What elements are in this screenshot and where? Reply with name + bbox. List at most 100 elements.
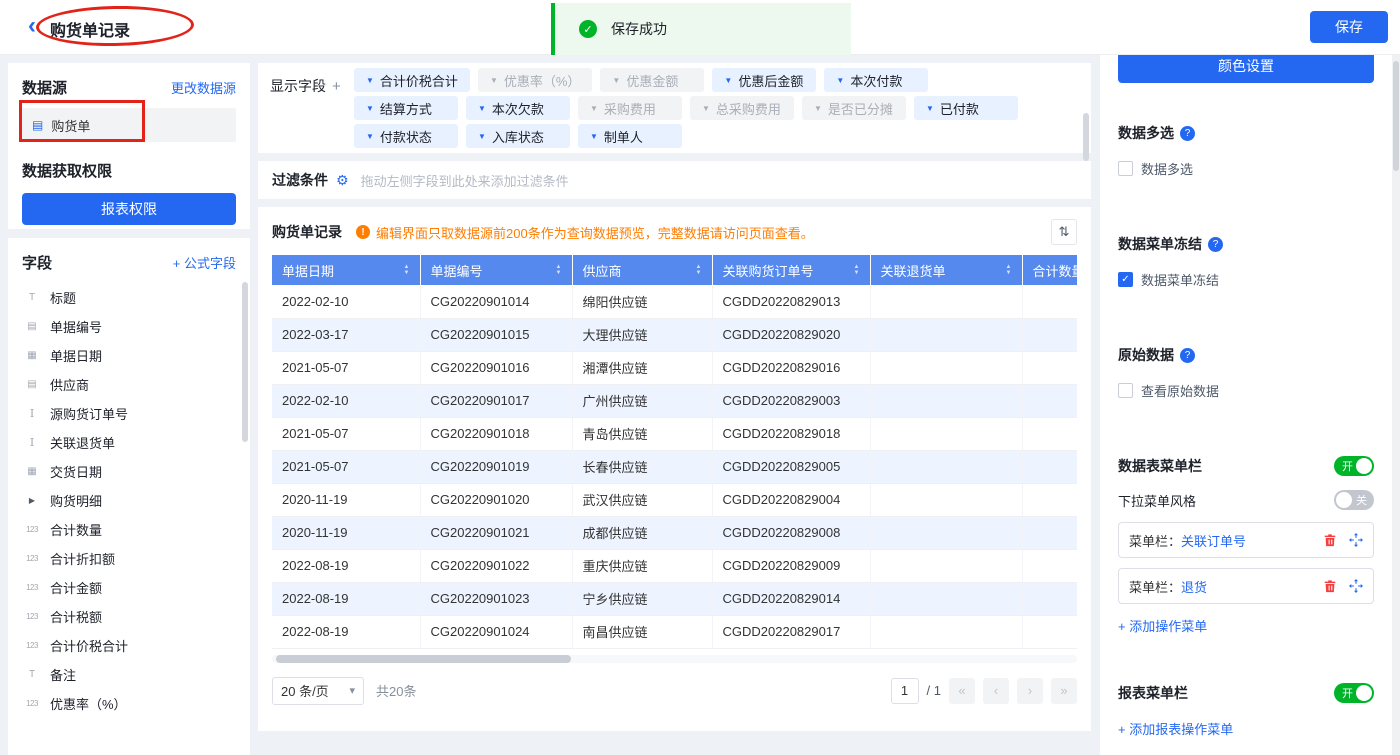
raw-data-checkbox-row[interactable]: 查看原始数据 [1118,381,1374,400]
add-formula-field-link[interactable]: + 公式字段 [173,253,236,272]
sort-arrows-icon[interactable]: ▲▼ [556,264,562,276]
next-page-button[interactable]: › [1017,678,1043,704]
back-button[interactable]: ‹ [28,12,36,40]
table-row[interactable]: 2022-03-17CG20220901015大理供应链CGDD20220829… [272,318,1077,351]
first-page-button[interactable]: « [949,678,975,704]
display-field-chip[interactable]: ▼采购费用 [578,96,682,120]
change-datasource-link[interactable]: 更改数据源 [171,78,236,97]
field-item[interactable]: 123合计税额 [22,602,236,631]
prev-page-button[interactable]: ‹ [983,678,1009,704]
add-report-menu-link[interactable]: + 添加报表操作菜单 [1118,719,1233,738]
sort-button[interactable]: ⇅ [1051,219,1077,245]
display-field-chip[interactable]: ▼优惠金额 [600,68,704,92]
help-icon[interactable]: ? [1180,348,1195,363]
scrollbar-thumb[interactable] [1083,113,1089,161]
table-cell: CG20220901018 [420,417,572,450]
field-item[interactable]: 123合计金额 [22,573,236,602]
report-permission-button[interactable]: 报表权限 [22,193,236,225]
field-item[interactable]: ▶购货明细 [22,486,236,515]
table-row[interactable]: 2020-11-19CG20220901020武汉供应链CGDD20220829… [272,483,1077,516]
table-row[interactable]: 2021-05-07CG20220901018青岛供应链CGDD20220829… [272,417,1077,450]
display-field-chip[interactable]: ▼是否已分摊 [802,96,906,120]
display-field-chip[interactable]: ▼合计价税合计 [354,68,470,92]
scrollbar-thumb[interactable] [1393,61,1399,171]
last-page-button[interactable]: » [1051,678,1077,704]
column-header[interactable]: 供应商 ▲▼ [572,255,712,285]
display-field-chip[interactable]: ▼结算方式 [354,96,458,120]
field-item[interactable]: I源购货订单号 [22,399,236,428]
move-icon[interactable] [1349,533,1363,547]
table-menu-toggle[interactable]: 开 [1334,456,1374,476]
datasource-item[interactable]: ▤ 购货单 [22,108,236,142]
table-row[interactable]: 2020-11-19CG20220901021成都供应链CGDD20220829… [272,516,1077,549]
field-label: 标题 [50,288,76,307]
field-item[interactable]: 123优惠率（%） [22,689,236,718]
page-size-select[interactable]: 20 条/页 ▾ [272,677,364,705]
field-item[interactable]: ▦交货日期 [22,457,236,486]
field-item[interactable]: ▤供应商 [22,370,236,399]
scrollbar-thumb[interactable] [276,655,571,663]
sort-arrows-icon[interactable]: ▲▼ [404,264,410,276]
table-row[interactable]: 2021-05-07CG20220901019长春供应链CGDD20220829… [272,450,1077,483]
display-field-chip[interactable]: ▼本次付款 [824,68,928,92]
table-row[interactable]: 2022-02-10CG20220901014绵阳供应链CGDD20220829… [272,285,1077,318]
table-row[interactable]: 2022-08-19CG20220901023宁乡供应链CGDD20220829… [272,582,1077,615]
column-header[interactable]: 合计数量▲▼ [1022,255,1077,285]
sort-arrows-icon[interactable]: ▲▼ [854,264,860,276]
display-field-chip[interactable]: ▼付款状态 [354,124,458,148]
color-settings-button[interactable]: 颜色设置 [1118,55,1374,83]
column-label: 供应商 [583,261,622,280]
checkbox[interactable] [1118,272,1133,287]
table-row[interactable]: 2022-02-10CG20220901017广州供应链CGDD20220829… [272,384,1077,417]
dropdown-style-toggle[interactable]: 关 [1334,490,1374,510]
table-row[interactable]: 2021-05-07CG20220901016湘潭供应链CGDD20220829… [272,351,1077,384]
field-item[interactable]: T备注 [22,660,236,689]
move-icon[interactable] [1349,579,1363,593]
column-header[interactable]: 单据日期▲▼ [272,255,420,285]
sort-arrows-icon[interactable]: ▲▼ [1006,264,1012,276]
table-cell: CGDD20220829017 [712,615,870,648]
display-field-chip[interactable]: ▼已付款 [914,96,1018,120]
current-page-input[interactable]: 1 [891,678,919,704]
help-icon[interactable]: ? [1180,126,1195,141]
help-icon[interactable]: ? [1208,237,1223,252]
checkbox[interactable] [1118,383,1133,398]
save-button[interactable]: 保存 [1310,11,1388,43]
display-field-chip[interactable]: ▼总采购费用 [690,96,794,120]
page-scrollbar[interactable] [1392,55,1400,755]
scrollbar-thumb[interactable] [242,282,248,442]
report-menu-toggle[interactable]: 开 [1334,683,1374,703]
field-item[interactable]: ▤单据编号 [22,312,236,341]
field-label: 合计税额 [50,607,102,626]
display-fields-scrollbar[interactable] [1083,77,1089,139]
chevron-down-icon: ▼ [836,76,844,85]
field-item[interactable]: T标题 [22,283,236,312]
column-header[interactable]: 单据编号▲▼ [420,255,572,285]
table-row[interactable]: 2022-08-19CG20220901024南昌供应链CGDD20220829… [272,615,1077,648]
gear-icon[interactable]: ⚙ [336,172,349,189]
fields-scrollbar[interactable] [242,252,248,741]
menu-freeze-checkbox-row[interactable]: 数据菜单冻结 [1118,270,1374,289]
display-field-chip[interactable]: ▼制单人 [578,124,682,148]
table-row[interactable]: 2022-08-19CG20220901022重庆供应链CGDD20220829… [272,549,1077,582]
column-header[interactable]: 关联购货订单号▲▼ [712,255,870,285]
field-item[interactable]: I关联退货单 [22,428,236,457]
warning-icon: ! [356,225,370,239]
display-field-chip[interactable]: ▼优惠后金额 [712,68,816,92]
display-field-chip[interactable]: ▼优惠率（%） [478,68,592,92]
column-header[interactable]: 关联退货单▲▼ [870,255,1022,285]
field-item[interactable]: 123合计折扣额 [22,544,236,573]
delete-icon[interactable] [1323,579,1337,593]
checkbox[interactable] [1118,161,1133,176]
multi-select-checkbox-row[interactable]: 数据多选 [1118,159,1374,178]
display-field-chip[interactable]: ▼本次欠款 [466,96,570,120]
add-action-menu-link[interactable]: + 添加操作菜单 [1118,616,1207,635]
display-field-chip[interactable]: ▼入库状态 [466,124,570,148]
add-display-field-button[interactable]: + [332,78,341,95]
sort-arrows-icon[interactable]: ▲▼ [696,264,702,276]
field-item[interactable]: ▦单据日期 [22,341,236,370]
table-hscrollbar[interactable] [272,655,1077,663]
field-item[interactable]: 123合计数量 [22,515,236,544]
field-item[interactable]: 123合计价税合计 [22,631,236,660]
delete-icon[interactable] [1323,533,1337,547]
